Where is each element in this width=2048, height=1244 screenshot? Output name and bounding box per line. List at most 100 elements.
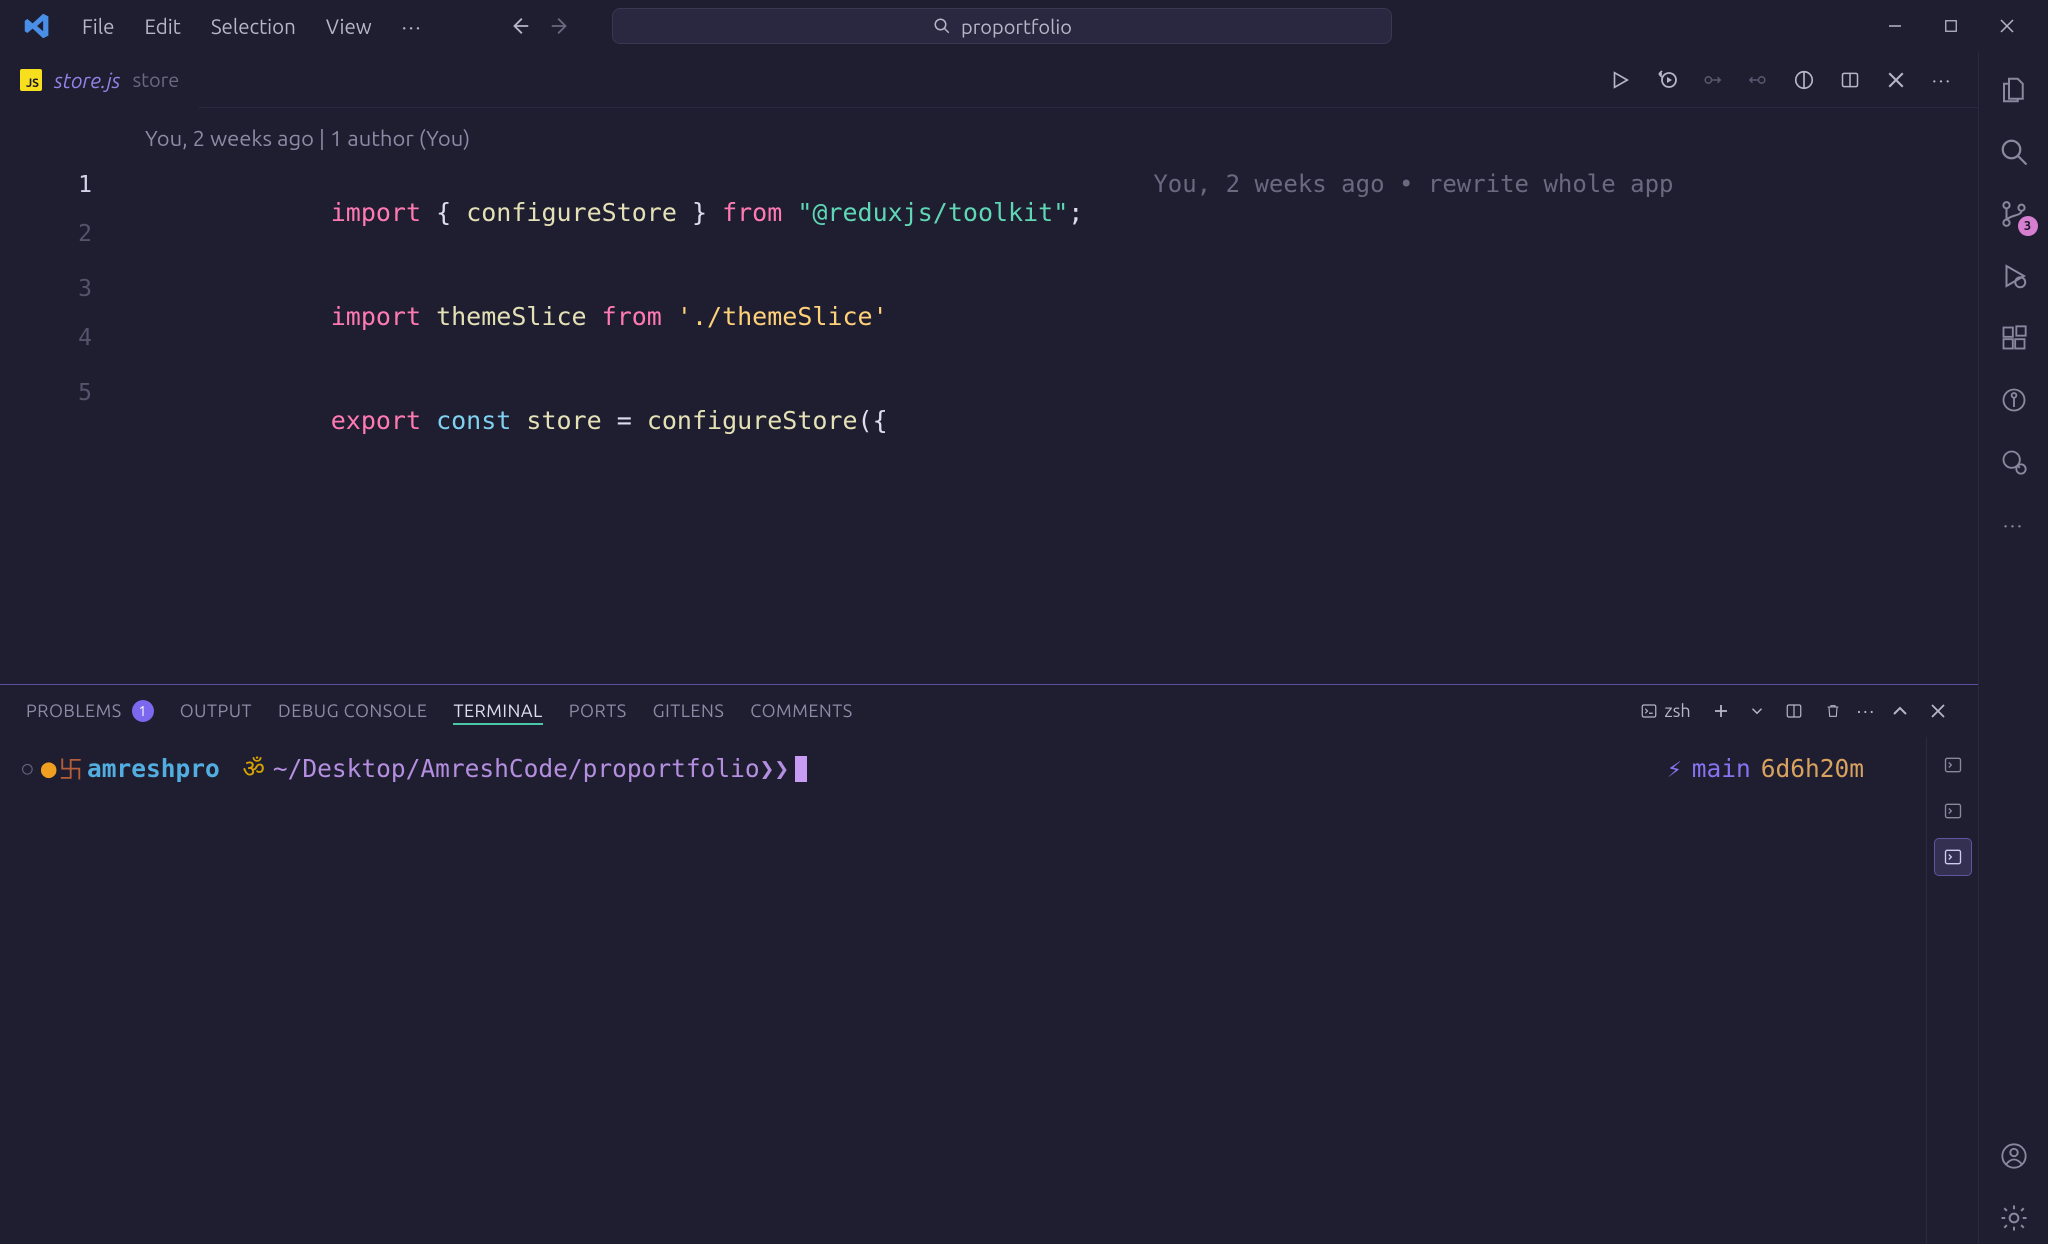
panel-tab-problems[interactable]: PROBLEMS 1: [26, 696, 154, 726]
terminal-user: amreshpro: [87, 754, 220, 783]
close-editor-button[interactable]: [1878, 62, 1914, 98]
app-menu: File Edit Selection View ···: [68, 9, 436, 44]
panel-tab-comments[interactable]: COMMENTS: [750, 697, 852, 725]
kill-terminal-button[interactable]: [1819, 698, 1847, 724]
window-minimize-button[interactable]: [1870, 6, 1920, 46]
panel: PROBLEMS 1 OUTPUT DEBUG CONSOLE TERMINAL…: [0, 684, 1978, 1244]
line-number: 3: [0, 276, 120, 302]
prev-change-button[interactable]: [1694, 62, 1730, 98]
ellipsis-icon: ···: [2003, 513, 2024, 536]
panel-tab-debug[interactable]: DEBUG CONSOLE: [278, 697, 427, 725]
panel-close-button[interactable]: [1924, 699, 1952, 723]
terminal-icon: [1640, 702, 1658, 720]
tab-file-dir: store: [132, 68, 179, 91]
status-ring-icon: ○: [22, 758, 33, 779]
tab-file-name: store.js: [54, 68, 120, 92]
editor-tab-store-js[interactable]: JS store.js store: [0, 52, 199, 108]
settings-button[interactable]: [1988, 1192, 2040, 1244]
terminal-instance-2[interactable]: [1935, 793, 1971, 829]
chevron-up-icon: [1892, 703, 1908, 719]
blame-annotation: You, 2 weeks ago • rewrite whole app: [1083, 170, 1673, 198]
split-terminal-button[interactable]: [1779, 698, 1809, 724]
activity-bar: 3 ···: [1978, 52, 2048, 1244]
panel-maximize-button[interactable]: [1886, 699, 1914, 723]
terminal[interactable]: ○ ● 卐 amreshpro ॐ ~/Desktop/AmreshCode/p…: [0, 737, 1926, 1244]
vscode-logo-icon: [22, 11, 52, 41]
code-line: 1 import { configureStore } from "@redux…: [0, 169, 1978, 221]
run-debug-button[interactable]: [1988, 250, 2040, 302]
git-branch: main: [1692, 754, 1751, 783]
split-editor-button[interactable]: [1832, 62, 1868, 98]
git-branch-age: 6d6h20m: [1761, 754, 1864, 783]
accounts-button[interactable]: [1988, 1130, 2040, 1182]
swastik-icon: 卐: [59, 751, 84, 786]
gitlens-inspect-icon: [2000, 448, 2028, 476]
account-icon: [2000, 1142, 2028, 1170]
debug-rerun-button[interactable]: [1648, 62, 1684, 98]
terminal-cwd: ~/Desktop/AmreshCode/proportfolio: [273, 754, 760, 783]
js-file-icon: JS: [20, 69, 42, 91]
bolt-icon: ⚡: [1667, 754, 1682, 783]
menu-overflow[interactable]: ···: [388, 9, 437, 44]
nav-back-button[interactable]: [502, 8, 538, 44]
code-line: 3 import themeSlice from './themeSlice': [0, 273, 1978, 325]
extensions-button[interactable]: [1988, 312, 2040, 364]
terminal-instance-1[interactable]: [1935, 747, 1971, 783]
panel-more-actions[interactable]: ···: [1857, 701, 1876, 721]
panel-tab-gitlens[interactable]: GITLENS: [653, 697, 725, 725]
terminal-instance-3[interactable]: [1935, 839, 1971, 875]
terminal-prompt-symbol: ❯❯: [760, 754, 790, 783]
source-control-button[interactable]: 3: [1988, 188, 2040, 240]
problems-badge: 1: [132, 700, 154, 722]
nav-history: [502, 8, 578, 44]
scm-badge: 3: [2018, 216, 2038, 236]
search-button[interactable]: [1988, 126, 2040, 178]
menu-file[interactable]: File: [68, 9, 128, 44]
trash-icon: [1825, 702, 1841, 720]
gitlens-toggle-button[interactable]: [1786, 62, 1822, 98]
menu-selection[interactable]: Selection: [197, 9, 310, 44]
gear-icon: [1999, 1203, 2029, 1233]
line-number: 2: [0, 221, 120, 247]
code-line: 5 export const store = configureStore({: [0, 377, 1978, 429]
gitlens-inspect-button[interactable]: [1988, 436, 2040, 488]
search-icon: [1999, 137, 2029, 167]
new-terminal-dropdown[interactable]: [1745, 701, 1769, 721]
new-terminal-button[interactable]: [1707, 699, 1735, 723]
extensions-icon: [2000, 324, 2028, 352]
panel-tab-ports[interactable]: PORTS: [569, 697, 627, 725]
om-icon: ॐ: [243, 752, 265, 785]
window-maximize-button[interactable]: [1926, 6, 1976, 46]
command-center[interactable]: proportfolio: [612, 8, 1392, 44]
terminal-cursor: [795, 756, 807, 782]
gitlens-button[interactable]: [1988, 374, 2040, 426]
panel-tabs: PROBLEMS 1 OUTPUT DEBUG CONSOLE TERMINAL…: [0, 685, 1978, 737]
code-editor[interactable]: You, 2 weeks ago | 1 author (You) 1 impo…: [0, 108, 1978, 684]
editor-tabs: JS store.js store ···: [0, 52, 1978, 108]
terminal-tabs-sidebar: [1926, 737, 1978, 1244]
gitlens-icon: [2000, 386, 2028, 414]
run-debug-icon: [1999, 261, 2029, 291]
terminal-selector[interactable]: zsh: [1634, 697, 1696, 725]
nav-forward-button[interactable]: [542, 8, 578, 44]
line-number: 1: [0, 172, 120, 198]
chevron-down-icon: [1751, 705, 1763, 717]
command-center-text: proportfolio: [961, 15, 1072, 38]
terminal-selector-label: zsh: [1664, 701, 1690, 721]
status-dot-icon: ●: [41, 754, 57, 784]
window-close-button[interactable]: [1982, 6, 2032, 46]
panel-tab-terminal[interactable]: TERMINAL: [453, 697, 542, 725]
next-change-button[interactable]: [1740, 62, 1776, 98]
line-number: 5: [0, 380, 120, 406]
title-bar: File Edit Selection View ··· proportfoli…: [0, 0, 2048, 52]
explorer-button[interactable]: [1988, 64, 2040, 116]
run-button[interactable]: [1602, 62, 1638, 98]
files-icon: [1999, 75, 2029, 105]
window-controls: [1870, 6, 2032, 46]
menu-edit[interactable]: Edit: [130, 9, 194, 44]
line-number: 4: [0, 325, 120, 351]
activity-overflow[interactable]: ···: [1988, 498, 2040, 550]
panel-tab-output[interactable]: OUTPUT: [180, 697, 252, 725]
editor-more-actions[interactable]: ···: [1924, 69, 1960, 91]
menu-view[interactable]: View: [312, 9, 386, 44]
